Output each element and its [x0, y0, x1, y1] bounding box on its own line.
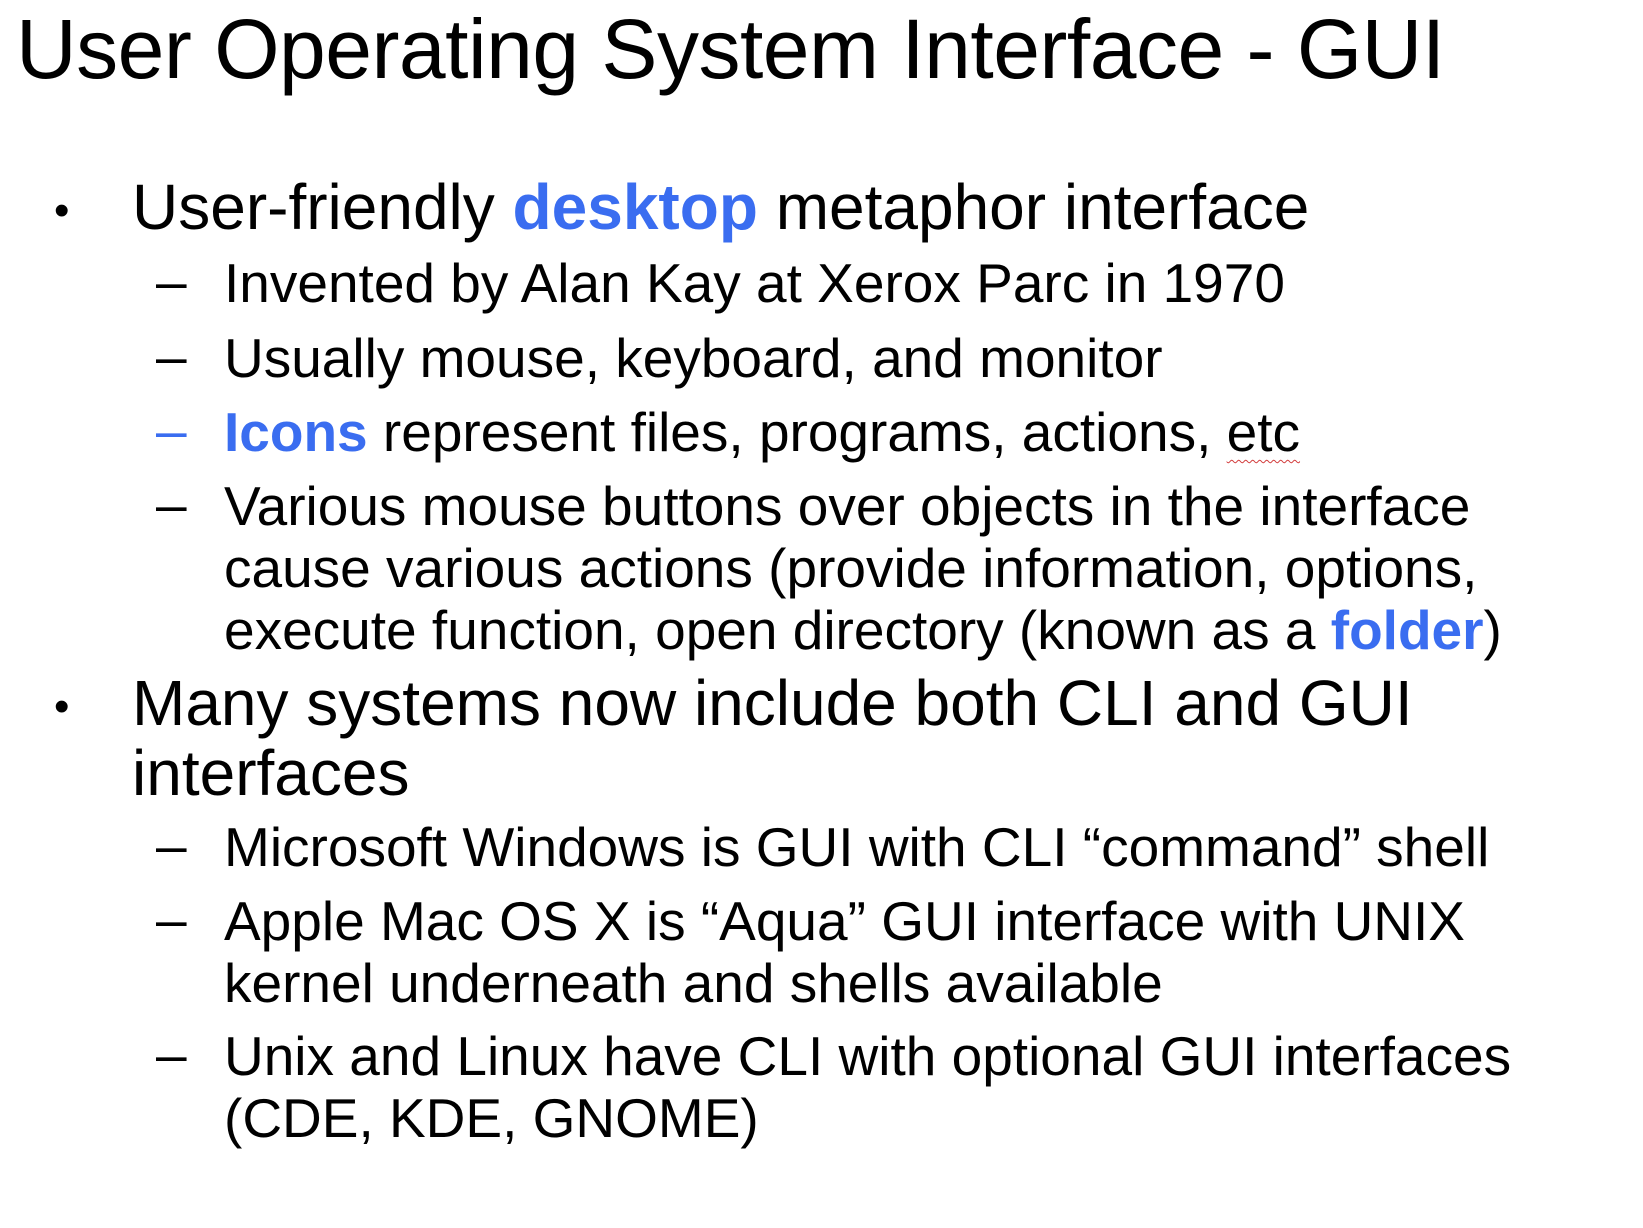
subitem-text: execute function, open directory (known … — [224, 599, 1331, 661]
bullet-text: metaphor interface — [757, 171, 1310, 243]
spellcheck-word: etc — [1226, 401, 1301, 463]
bullet-text: User-friendly — [132, 171, 513, 243]
highlight-folder: folder — [1330, 599, 1484, 661]
subitem-line: kernel underneath and shells available — [224, 952, 1163, 1014]
subitem-devices: – Usually mouse, keyboard, and monitor — [156, 325, 1163, 389]
subitem-line: Various mouse buttons over objects in th… — [224, 475, 1471, 537]
subitem-mac-os-x: – Apple Mac OS X is “Aqua” GUI interface… — [156, 888, 1465, 1014]
dash-icon: – — [156, 888, 187, 950]
subitem-text: ) — [1483, 599, 1502, 661]
subitem-mouse-buttons: – Various mouse buttons over objects in … — [156, 473, 1502, 661]
dash-icon: – — [156, 399, 187, 461]
subitem-text: Invented by Alan Kay at Xerox Parc in 19… — [224, 252, 1285, 314]
subitem-line: Unix and Linux have CLI with optional GU… — [224, 1025, 1512, 1087]
bullet-cli-and-gui: • Many systems now include both CLI and … — [54, 667, 1413, 809]
bullet-line: Many systems now include both CLI and GU… — [132, 667, 1413, 739]
dash-icon: – — [156, 325, 187, 387]
subitem-icons: – Icons represent files, programs, actio… — [156, 399, 1301, 463]
subitem-line: (CDE, KDE, GNOME) — [224, 1087, 759, 1149]
subitem-line: Apple Mac OS X is “Aqua” GUI interface w… — [224, 890, 1465, 952]
slide: User Operating System Interface - GUI • … — [0, 0, 1643, 1228]
highlight-icons: Icons — [224, 401, 368, 463]
subitem-unix-linux: – Unix and Linux have CLI with optional … — [156, 1023, 1512, 1149]
bullet-line: interfaces — [132, 737, 410, 809]
subitem-windows: – Microsoft Windows is GUI with CLI “com… — [156, 814, 1490, 878]
highlight-desktop: desktop — [512, 171, 758, 243]
subitem-line: execute function, open directory (known … — [224, 599, 1502, 661]
dash-icon: – — [156, 250, 187, 312]
dash-icon: – — [156, 1023, 187, 1085]
dash-icon: – — [156, 473, 187, 535]
subitem-text: Microsoft Windows is GUI with CLI “comma… — [224, 816, 1490, 878]
subitem-text: represent files, programs, actions, — [367, 401, 1227, 463]
subitem-text: Usually mouse, keyboard, and monitor — [224, 327, 1163, 389]
dash-icon: – — [156, 814, 187, 876]
bullet-icon: • — [54, 186, 70, 235]
subitem-line: cause various actions (provide informati… — [224, 537, 1478, 599]
bullet-icon: • — [54, 682, 70, 731]
subitem-alan-kay: – Invented by Alan Kay at Xerox Parc in … — [156, 250, 1285, 314]
bullet-desktop-metaphor: • User-friendly desktop metaphor interfa… — [54, 171, 1310, 243]
slide-title: User Operating System Interface - GUI — [16, 2, 1445, 96]
